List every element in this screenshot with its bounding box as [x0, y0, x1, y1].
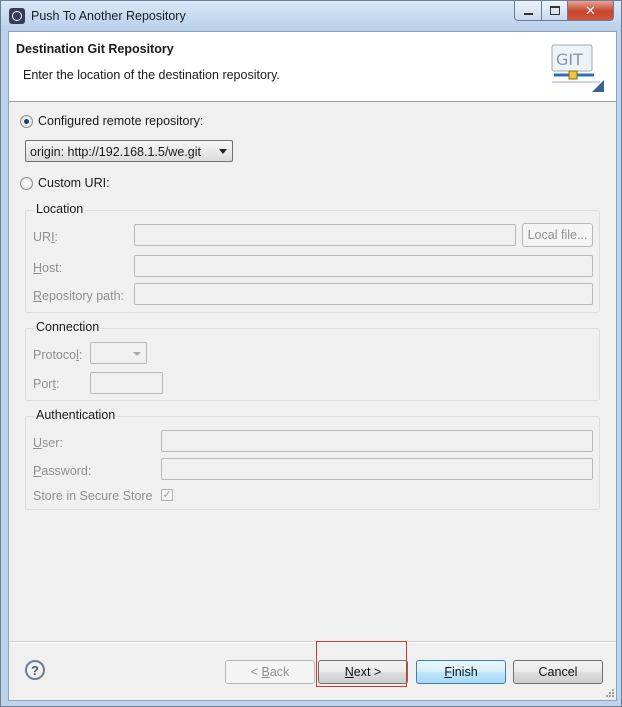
close-button[interactable]: ✕: [567, 1, 614, 21]
minimize-button[interactable]: [514, 1, 542, 21]
user-input[interactable]: [161, 430, 593, 452]
maximize-button[interactable]: [541, 1, 568, 21]
host-label: Host:: [33, 261, 63, 275]
configured-remote-label: Configured remote repository:: [38, 114, 204, 128]
connection-group-title: Connection: [34, 320, 102, 334]
resize-grip-icon[interactable]: [605, 688, 615, 698]
wizard-header: Destination Git Repository Enter the loc…: [9, 32, 616, 102]
maximize-icon: [549, 6, 560, 15]
cancel-button[interactable]: Cancel: [513, 660, 603, 684]
remote-repository-select[interactable]: origin: http://192.168.1.5/we.git: [25, 140, 233, 162]
dialog-content: Destination Git Repository Enter the loc…: [8, 31, 617, 701]
password-input[interactable]: [161, 458, 593, 480]
authentication-group: Authentication User: Password: Store in …: [25, 408, 600, 510]
remote-repository-value: origin: http://192.168.1.5/we.git: [30, 145, 201, 159]
protocol-label: Protocol:: [33, 348, 83, 362]
secure-store-checkbox[interactable]: ✓: [161, 489, 173, 501]
finish-button[interactable]: Finish: [416, 660, 506, 684]
location-group-title: Location: [34, 202, 86, 216]
footer-divider: [9, 641, 616, 643]
user-label: User:: [33, 436, 63, 450]
close-icon: ✕: [585, 2, 596, 18]
custom-uri-radio-indicator[interactable]: [20, 176, 33, 190]
password-label: Password:: [33, 464, 92, 478]
port-input[interactable]: [90, 372, 163, 394]
host-input[interactable]: [134, 255, 593, 277]
repository-path-input[interactable]: [134, 283, 593, 305]
port-label: Port:: [33, 377, 60, 391]
git-logo-icon: GIT: [551, 44, 604, 92]
protocol-select[interactable]: [90, 342, 147, 364]
local-file-button[interactable]: Local file...: [522, 223, 593, 247]
chevron-down-icon: [219, 149, 227, 154]
eclipse-app-icon: [9, 8, 25, 24]
configured-remote-radio-indicator[interactable]: [20, 114, 33, 128]
page-title: Destination Git Repository: [16, 42, 174, 56]
connection-group: Connection Protocol: Port:: [25, 320, 600, 401]
configured-remote-radio[interactable]: Configured remote repository:: [20, 114, 203, 128]
minimize-icon: [523, 12, 533, 15]
title-bar[interactable]: Push To Another Repository ✕: [1, 1, 621, 31]
authentication-group-title: Authentication: [34, 408, 118, 422]
uri-input[interactable]: [134, 224, 516, 246]
help-icon[interactable]: ?: [25, 660, 45, 680]
uri-label: URI:: [33, 230, 59, 244]
dialog-window: Push To Another Repository ✕ Destination…: [0, 0, 622, 707]
back-button[interactable]: < Back: [225, 660, 315, 684]
window-title: Push To Another Repository: [31, 9, 186, 23]
next-button[interactable]: Next >: [318, 660, 408, 684]
page-description: Enter the location of the destination re…: [23, 68, 280, 82]
custom-uri-radio[interactable]: Custom URI:: [20, 176, 110, 190]
location-group: Location URI: Local file... Host: Reposi…: [25, 202, 600, 313]
secure-store-label: Store in Secure Store: [33, 489, 153, 503]
custom-uri-label: Custom URI:: [38, 176, 110, 190]
git-logo-text: GIT: [556, 50, 583, 69]
chevron-down-icon: [133, 352, 141, 356]
repository-path-label: Repository path:: [33, 289, 125, 303]
